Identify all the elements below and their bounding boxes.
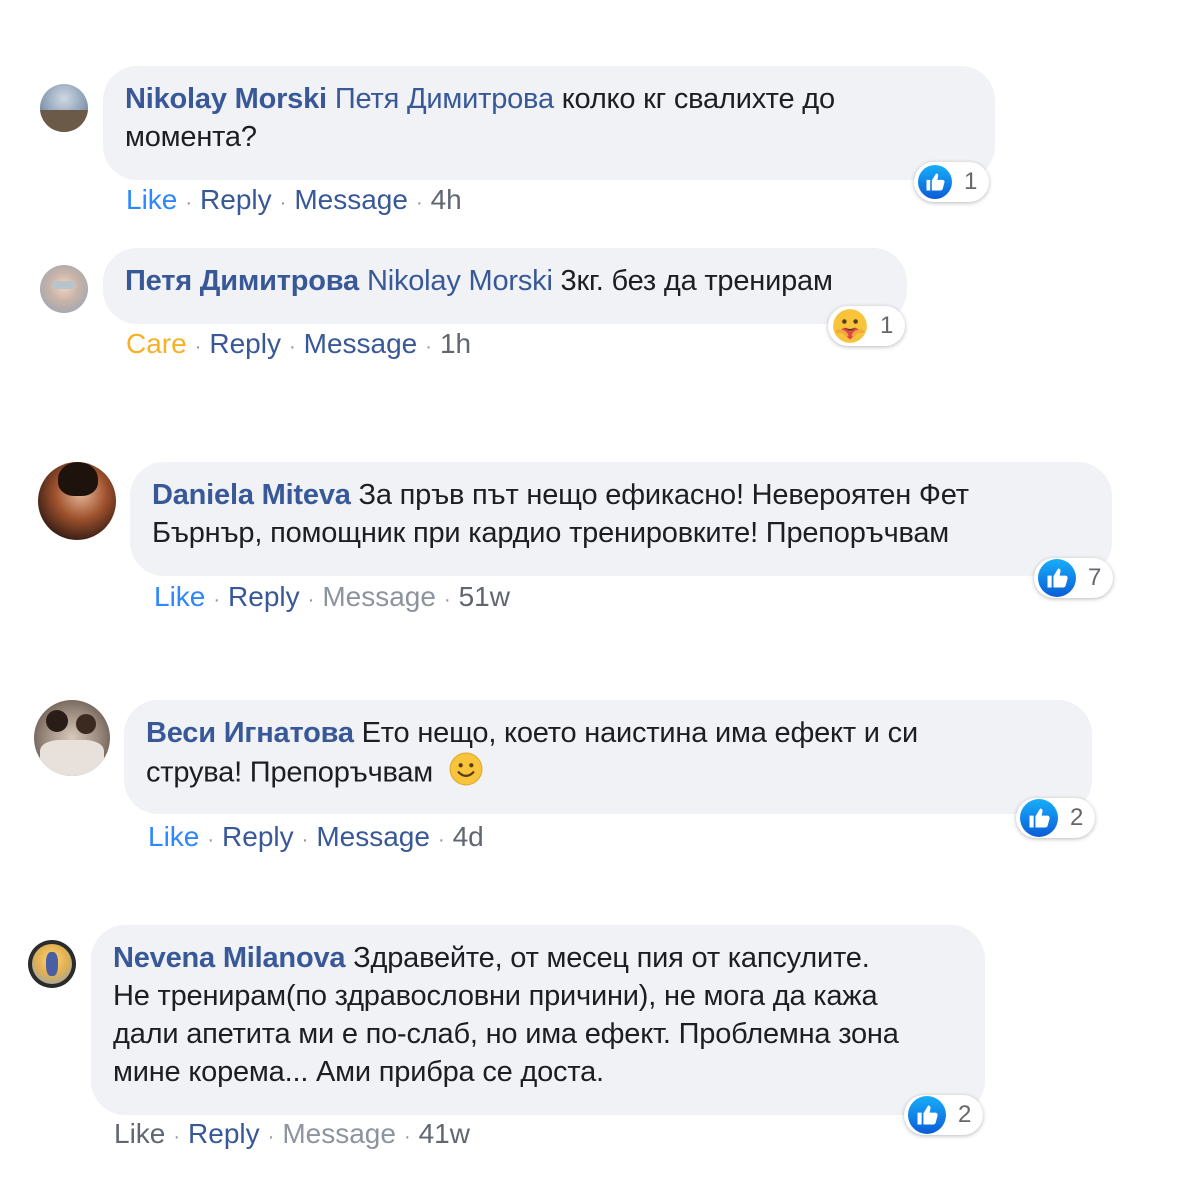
reply-button[interactable]: Reply bbox=[200, 184, 272, 215]
comment-actions: Like · Reply · Message · 41w bbox=[114, 1118, 470, 1150]
comment-author[interactable]: Петя Димитрова bbox=[125, 265, 359, 297]
message-button[interactable]: Message bbox=[294, 184, 408, 215]
avatar[interactable] bbox=[40, 84, 88, 132]
reply-button[interactable]: Reply bbox=[222, 821, 294, 852]
message-button[interactable]: Message bbox=[322, 581, 436, 612]
reaction-count[interactable]: 1 bbox=[914, 162, 990, 202]
separator: · bbox=[173, 1126, 181, 1148]
reaction-number: 2 bbox=[958, 1101, 972, 1128]
separator: · bbox=[185, 192, 193, 214]
separator: · bbox=[443, 589, 451, 611]
reply-button[interactable]: Reply bbox=[188, 1118, 260, 1149]
care-button[interactable]: Care bbox=[126, 328, 187, 359]
comment-text: Не тренирам(по здравословни причини), не… bbox=[113, 980, 878, 1012]
separator: · bbox=[213, 589, 221, 611]
reaction-number: 7 bbox=[1088, 564, 1102, 591]
comment-text: За пръв път нещо ефикасно! Невероятен Фе… bbox=[350, 479, 969, 511]
reaction-count[interactable]: 2 bbox=[904, 1095, 984, 1135]
comment-author[interactable]: Nikolay Morski bbox=[125, 83, 327, 115]
care-reaction-icon bbox=[832, 308, 868, 344]
comment-text: струва! Препоръчвам bbox=[146, 756, 434, 789]
reaction-count[interactable]: 7 bbox=[1034, 558, 1114, 598]
mention-tag[interactable]: Петя Димитрова bbox=[335, 83, 554, 115]
reply-button[interactable]: Reply bbox=[228, 581, 300, 612]
like-reaction-icon bbox=[918, 165, 952, 199]
comment-author[interactable]: Nevena Milanova bbox=[113, 942, 346, 974]
comment-actions: Like · Reply · Message · 51w bbox=[154, 581, 510, 613]
separator: · bbox=[307, 589, 315, 611]
message-button[interactable]: Message bbox=[316, 821, 430, 852]
comment-text: мине корема... Ами прибра се доста. bbox=[113, 1056, 604, 1088]
timestamp[interactable]: 4h bbox=[431, 184, 462, 215]
reaction-number: 1 bbox=[964, 168, 978, 195]
comment-text: дали апетита ми е по-слаб, но има ефект.… bbox=[113, 1018, 899, 1050]
like-button[interactable]: Like bbox=[114, 1118, 165, 1149]
separator: · bbox=[415, 192, 423, 214]
reaction-number: 2 bbox=[1070, 804, 1084, 831]
mention-tag[interactable]: Nikolay Morski bbox=[367, 265, 553, 297]
avatar[interactable] bbox=[34, 700, 110, 776]
reaction-count[interactable]: 2 bbox=[1016, 798, 1096, 838]
comment-text: 3кг. без да тренирам bbox=[552, 265, 833, 297]
comment-actions: Care · Reply · Message · 1h bbox=[126, 328, 471, 360]
comment-text: момента? bbox=[125, 121, 257, 153]
separator: · bbox=[403, 1126, 411, 1148]
like-button[interactable]: Like bbox=[154, 581, 205, 612]
like-button[interactable]: Like bbox=[126, 184, 177, 215]
reaction-number: 1 bbox=[880, 312, 894, 339]
comment-actions: Like · Reply · Message · 4d bbox=[148, 821, 484, 853]
comment-author[interactable]: Веси Игнатова bbox=[146, 717, 354, 749]
comment-bubble: Петя Димитрова Nikolay Morski 3кг. без да… bbox=[103, 248, 907, 324]
timestamp[interactable]: 4d bbox=[453, 821, 484, 852]
timestamp[interactable]: 1h bbox=[440, 328, 471, 359]
timestamp[interactable]: 51w bbox=[459, 581, 510, 612]
comment-bubble: Daniela Miteva За пръв път нещо ефикасно… bbox=[130, 462, 1112, 576]
separator: · bbox=[437, 829, 445, 851]
separator: · bbox=[194, 336, 202, 358]
like-reaction-icon bbox=[908, 1096, 946, 1134]
separator: · bbox=[279, 192, 287, 214]
separator: · bbox=[425, 336, 432, 358]
like-reaction-icon bbox=[1038, 559, 1076, 597]
smiley-emoji-icon bbox=[449, 752, 483, 796]
like-button[interactable]: Like bbox=[148, 821, 199, 852]
comment-actions: Like · Reply · Message · 4h bbox=[126, 184, 462, 216]
avatar[interactable] bbox=[38, 462, 116, 540]
message-button[interactable]: Message bbox=[282, 1118, 396, 1149]
comment-text: Бърнър, помощник при кардио тренировките… bbox=[152, 517, 950, 549]
avatar[interactable] bbox=[40, 265, 88, 313]
reaction-count[interactable]: 1 bbox=[828, 306, 906, 346]
timestamp[interactable]: 41w bbox=[419, 1118, 470, 1149]
comment-bubble: Nevena Milanova Здравейте, от месец пия … bbox=[91, 925, 985, 1115]
comment-bubble: Nikolay Morski Петя Димитрова колко кг св… bbox=[103, 66, 995, 180]
comment-text: Ето нещо, което наистина има ефект и си bbox=[353, 717, 919, 749]
comment-text: Здравейте, от месец пия от капсулите. bbox=[345, 942, 870, 974]
separator: · bbox=[267, 1126, 275, 1148]
separator: · bbox=[288, 336, 296, 358]
comment-text: колко кг свалихте до bbox=[553, 83, 835, 115]
reply-button[interactable]: Reply bbox=[209, 328, 281, 359]
separator: · bbox=[207, 829, 215, 851]
avatar[interactable] bbox=[28, 940, 76, 988]
comment-bubble: Веси Игнатова Ето нещо, което наистина и… bbox=[124, 700, 1092, 814]
separator: · bbox=[301, 829, 309, 851]
comment-author[interactable]: Daniela Miteva bbox=[152, 479, 351, 511]
like-reaction-icon bbox=[1020, 799, 1058, 837]
message-button[interactable]: Message bbox=[304, 328, 418, 359]
